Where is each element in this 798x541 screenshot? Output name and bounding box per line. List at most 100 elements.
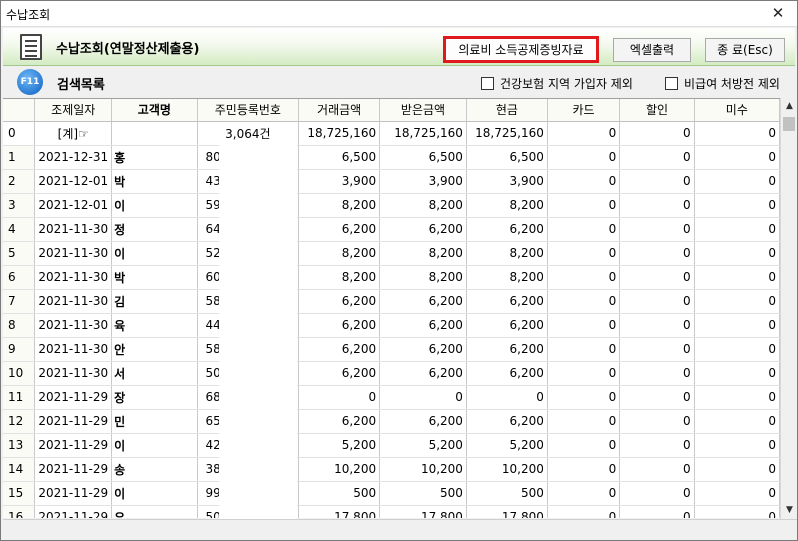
received-cell: 8,200 — [379, 193, 467, 218]
received-cell: 6,200 — [379, 289, 467, 314]
row-number: 8 — [3, 313, 36, 338]
customer-name: 정 — [111, 217, 198, 242]
card-cell: 0 — [547, 121, 621, 146]
cash-cell: 6,500 — [466, 145, 548, 170]
close-icon[interactable]: ✕ — [767, 3, 789, 23]
col-header-discount[interactable]: 할인 — [619, 99, 695, 122]
unpaid-cell: 0 — [694, 505, 780, 518]
col-header-unpaid[interactable]: 미수 — [694, 99, 780, 122]
exclude-noncovered-checkbox[interactable]: 비급여 처방전 제외 — [665, 75, 780, 92]
table-row[interactable]: 6 2021-11-30 박 60 8,200 8,200 8,200 0 0 0 — [3, 265, 780, 290]
card-cell: 0 — [547, 505, 621, 518]
amount-cell: 6,200 — [298, 217, 381, 242]
customer-name: 이 — [111, 433, 198, 458]
received-cell: 6,200 — [379, 337, 467, 362]
customer-name: 장 — [111, 385, 198, 410]
card-cell: 0 — [547, 481, 621, 506]
customer-name: 이 — [111, 241, 198, 266]
row-number: 0 — [3, 121, 36, 146]
window: 수납조회 ✕ 수납조회(연말정산제출용) 의료비 소득공제증빙자료 엑셀출력 종… — [0, 0, 798, 541]
discount-cell: 0 — [619, 313, 695, 338]
scroll-up-icon[interactable]: ▲ — [781, 98, 798, 115]
table-row[interactable]: 8 2021-11-30 육 44 6,200 6,200 6,200 0 0 0 — [3, 313, 780, 338]
table-row[interactable]: 13 2021-11-29 이 42 5,200 5,200 5,200 0 0 0 — [3, 433, 780, 458]
unpaid-cell: 0 — [694, 481, 780, 506]
checkbox-box[interactable] — [665, 77, 678, 90]
col-header-cash[interactable]: 현금 — [466, 99, 548, 122]
date-cell: 2021-11-30 — [34, 313, 113, 338]
unpaid-cell: 0 — [694, 289, 780, 314]
unpaid-cell: 0 — [694, 337, 780, 362]
customer-name: 안 — [111, 337, 198, 362]
discount-cell: 0 — [619, 505, 695, 518]
title-bar: 수납조회 ✕ — [1, 1, 797, 27]
exclude-regional-insurance-checkbox[interactable]: 건강보험 지역 가입자 제외 — [481, 75, 633, 92]
table-row[interactable]: 15 2021-11-29 이 99 500 500 500 0 0 0 — [3, 481, 780, 506]
table-row[interactable]: 10 2021-11-30 서 50 6,200 6,200 6,200 0 0 0 — [3, 361, 780, 386]
table-row[interactable]: 14 2021-11-29 송 38 10,200 10,200 10,200 0 0 0 — [3, 457, 780, 482]
table-row[interactable]: 9 2021-11-30 안 58 6,200 6,200 6,200 0 0 0 — [3, 337, 780, 362]
card-cell: 0 — [547, 241, 621, 266]
amount-cell: 6,200 — [298, 409, 381, 434]
table-row[interactable]: 7 2021-11-30 김 58 6,200 6,200 6,200 0 0 0 — [3, 289, 780, 314]
table-row[interactable]: 5 2021-11-30 이 52 8,200 8,200 8,200 0 0 0 — [3, 241, 780, 266]
discount-cell: 0 — [619, 385, 695, 410]
excel-export-button[interactable]: 엑셀출력 — [613, 38, 691, 62]
discount-cell: 0 — [619, 289, 695, 314]
results-table: 조제일자 고객명 주민등록번호 거래금액 받은금액 현금 카드 할인 미수 0 … — [3, 99, 780, 518]
col-header-received[interactable]: 받은금액 — [379, 99, 467, 122]
table-row[interactable]: 11 2021-11-29 장 68 0 0 0 0 0 0 — [3, 385, 780, 410]
total-count: 3,064건 — [197, 121, 300, 146]
amount-cell: 3,900 — [298, 169, 381, 194]
card-cell: 0 — [547, 361, 621, 386]
header-bar: 수납조회(연말정산제출용) 의료비 소득공제증빙자료 엑셀출력 종 료(Esc) — [3, 28, 795, 66]
cash-cell: 6,200 — [466, 409, 548, 434]
received-cell: 5,200 — [379, 433, 467, 458]
amount-cell: 0 — [298, 385, 381, 410]
table-row[interactable]: 4 2021-11-30 정 64 6,200 6,200 6,200 0 0 0 — [3, 217, 780, 242]
date-cell: 2021-12-01 — [34, 169, 113, 194]
card-cell: 0 — [547, 289, 621, 314]
checkbox-label: 비급여 처방전 제외 — [684, 77, 780, 91]
scroll-thumb[interactable] — [783, 117, 795, 131]
table-row[interactable]: 1 2021-12-31 홍 80 6,500 6,500 6,500 0 0 0 — [3, 145, 780, 170]
table-row[interactable]: 16 2021-11-29 유 50 17,800 17,800 17,800 0 0 0 — [3, 505, 780, 518]
unpaid-cell: 0 — [694, 409, 780, 434]
status-bar — [3, 519, 797, 540]
unpaid-cell: 0 — [694, 121, 780, 146]
medical-deduction-button[interactable]: 의료비 소득공제증빙자료 — [443, 36, 599, 63]
col-header-card[interactable]: 카드 — [547, 99, 621, 122]
row-number: 6 — [3, 265, 36, 290]
row-number: 16 — [3, 505, 36, 518]
total-label: [계]☞ — [34, 121, 113, 146]
search-bar: F11 검색목록 건강보험 지역 가입자 제외 비급여 처방전 제외 — [3, 67, 795, 97]
exit-button[interactable]: 종 료(Esc) — [705, 38, 785, 62]
customer-name: 이 — [111, 481, 198, 506]
cash-cell: 18,725,160 — [466, 121, 548, 146]
cash-cell: 6,200 — [466, 217, 548, 242]
redaction-mask — [219, 145, 297, 519]
date-cell: 2021-11-30 — [34, 289, 113, 314]
table-row[interactable]: 3 2021-12-01 이 59 8,200 8,200 8,200 0 0 0 — [3, 193, 780, 218]
col-header-date[interactable]: 조제일자 — [34, 99, 113, 122]
f11-search-icon[interactable]: F11 — [17, 69, 43, 95]
unpaid-cell: 0 — [694, 241, 780, 266]
date-cell: 2021-11-29 — [34, 457, 113, 482]
received-cell: 6,200 — [379, 361, 467, 386]
col-header-ssn[interactable]: 주민등록번호 — [197, 99, 300, 122]
total-row[interactable]: 0 [계]☞ 3,064건 18,725,160 18,725,160 18,7… — [3, 121, 780, 146]
col-header-amount[interactable]: 거래금액 — [298, 99, 381, 122]
table-row[interactable]: 12 2021-11-29 민 65 6,200 6,200 6,200 0 0 0 — [3, 409, 780, 434]
received-cell: 8,200 — [379, 265, 467, 290]
customer-name — [111, 121, 198, 146]
checkbox-box[interactable] — [481, 77, 494, 90]
discount-cell: 0 — [619, 121, 695, 146]
row-number: 11 — [3, 385, 36, 410]
discount-cell: 0 — [619, 457, 695, 482]
col-header-customer[interactable]: 고객명 — [111, 99, 198, 122]
scroll-down-icon[interactable]: ▼ — [781, 502, 798, 519]
table-row[interactable]: 2 2021-12-01 박 43 3,900 3,900 3,900 0 0 0 — [3, 169, 780, 194]
vertical-scrollbar[interactable]: ▲ ▼ — [780, 98, 797, 519]
unpaid-cell: 0 — [694, 145, 780, 170]
amount-cell: 18,725,160 — [298, 121, 381, 146]
